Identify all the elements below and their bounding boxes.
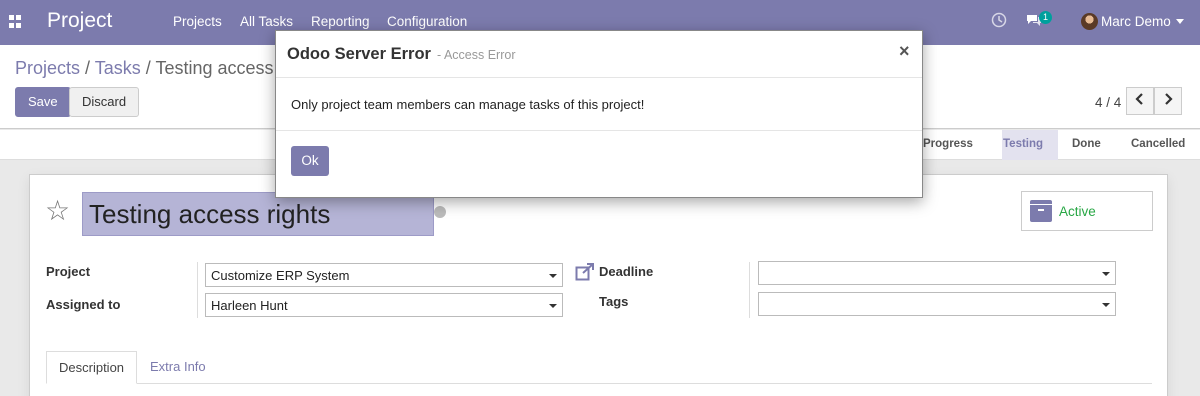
dialog-message: Only project team members can manage tas… xyxy=(291,97,645,112)
dialog-divider xyxy=(276,130,922,131)
error-dialog: Odoo Server Error - Access Error × Only … xyxy=(275,30,923,198)
dialog-subtitle: - Access Error xyxy=(437,48,516,62)
close-icon[interactable]: × xyxy=(899,41,910,62)
dialog-header: Odoo Server Error - Access Error × xyxy=(276,31,922,78)
dialog-title: Odoo Server Error xyxy=(287,45,431,63)
ok-button[interactable]: Ok xyxy=(291,146,329,176)
